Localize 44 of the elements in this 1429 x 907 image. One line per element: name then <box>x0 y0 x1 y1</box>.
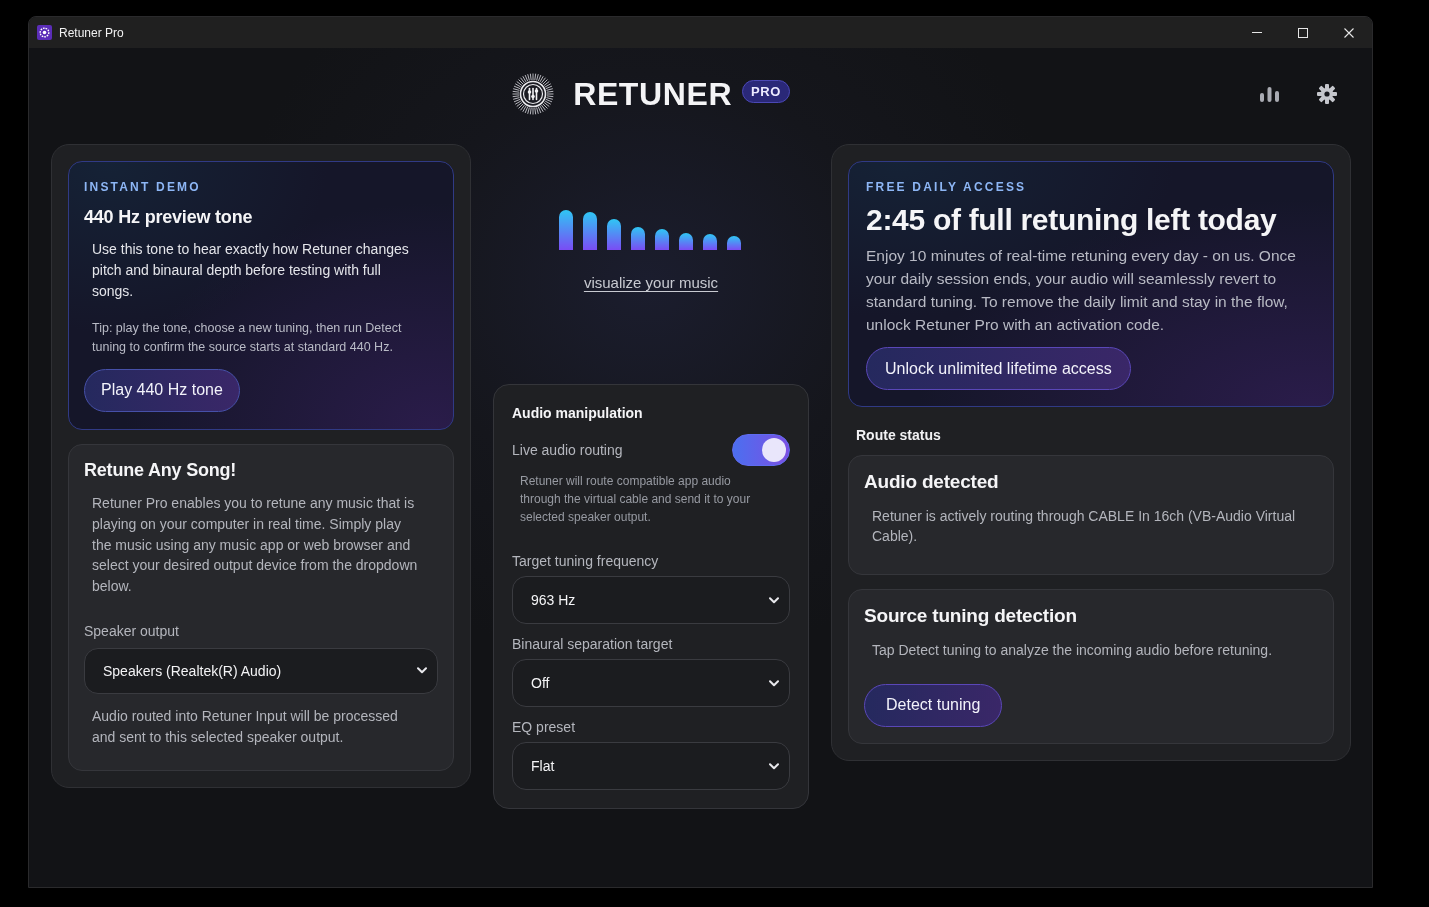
card-description: Use this tone to hear exactly how Retuner changes pitch and binaural depth before testing with full songs. <box>91 239 410 301</box>
output-note: Audio routed into Retuner Input will be processed and sent to this selected speaker output. <box>91 706 399 747</box>
card-title: Source tuning detection <box>864 605 1077 628</box>
chevron-down-icon <box>769 679 779 687</box>
settings-dropdown[interactable]: Flat <box>512 742 790 790</box>
brand-name: RETUNER <box>573 78 733 110</box>
card-title: Retune Any Song! <box>84 459 237 482</box>
card-description: Tap Detect tuning to analyze the incoming audio before retuning. <box>871 640 1274 660</box>
settings-dropdown[interactable]: 963 Hz <box>512 576 790 624</box>
card-description: Retuner is actively routing through CABLE In 16ch (VB-Audio Virtual Cable). <box>871 506 1297 546</box>
speaker-output-dropdown[interactable]: Speakers (Realtek(R) Audio) <box>84 647 438 694</box>
card-description: Enjoy 10 minutes of real-time retuning every day - on us. Once your daily session ends, your audio will seamlessly revert to standard tuning. To remove the daily limit and stay in the flow, unlock Retuner Pro with an activation code. <box>866 246 1297 335</box>
card-eyebrow: FREE DAILY ACCESS <box>866 180 1027 194</box>
app-icon <box>37 25 52 40</box>
live-routing-toggle[interactable] <box>732 434 790 466</box>
window-title: Retuner Pro <box>59 25 124 40</box>
panel-title: Audio manipulation <box>512 405 644 421</box>
card-eyebrow: INSTANT DEMO <box>84 180 201 194</box>
field-label: EQ preset <box>512 719 577 735</box>
chevron-down-icon <box>769 596 779 604</box>
maximize-icon[interactable] <box>1298 27 1308 38</box>
logo-icon <box>512 73 555 115</box>
timer-headline: 2:45 of full retuning left today <box>866 202 1277 238</box>
card-title: 440 Hz preview tone <box>84 207 253 229</box>
field-label: Target tuning frequency <box>512 553 660 569</box>
detect-tuning-button[interactable]: Detect tuning <box>864 683 1003 727</box>
card-description: Retuner Pro enables you to retune any music that is playing on your computer in real time. Simply play the music using any music app or web browser and select your desired output device from the dropdown below. <box>91 494 419 596</box>
field-label: Binaural separation target <box>512 636 674 652</box>
card-title: Audio detected <box>864 471 999 494</box>
settings-icon[interactable] <box>1317 84 1337 104</box>
bar-chart-icon[interactable] <box>1260 86 1279 102</box>
field-label: Speaker output <box>84 622 179 639</box>
toggle-label: Live audio routing <box>512 442 623 458</box>
unlock-button[interactable]: Unlock unlimited lifetime access <box>866 347 1131 390</box>
visualize-link[interactable]: visualize your music <box>583 274 719 291</box>
chevron-down-icon <box>417 667 427 675</box>
pro-badge: PRO <box>742 79 790 103</box>
close-icon[interactable] <box>1344 27 1354 38</box>
tip-text: Tip: play the tone, choose a new tuning, then run Detect tuning to confirm the source starts at standard 440 Hz. <box>91 319 403 356</box>
chevron-down-icon <box>769 762 779 770</box>
toggle-hint: Retuner will route compatible app audio through the virtual cable and send it to your selected speaker output. <box>519 473 752 526</box>
settings-dropdown[interactable]: Off <box>512 659 790 707</box>
section-heading: Route status <box>856 427 942 443</box>
play-tone-button[interactable]: Play 440 Hz tone <box>84 368 240 412</box>
